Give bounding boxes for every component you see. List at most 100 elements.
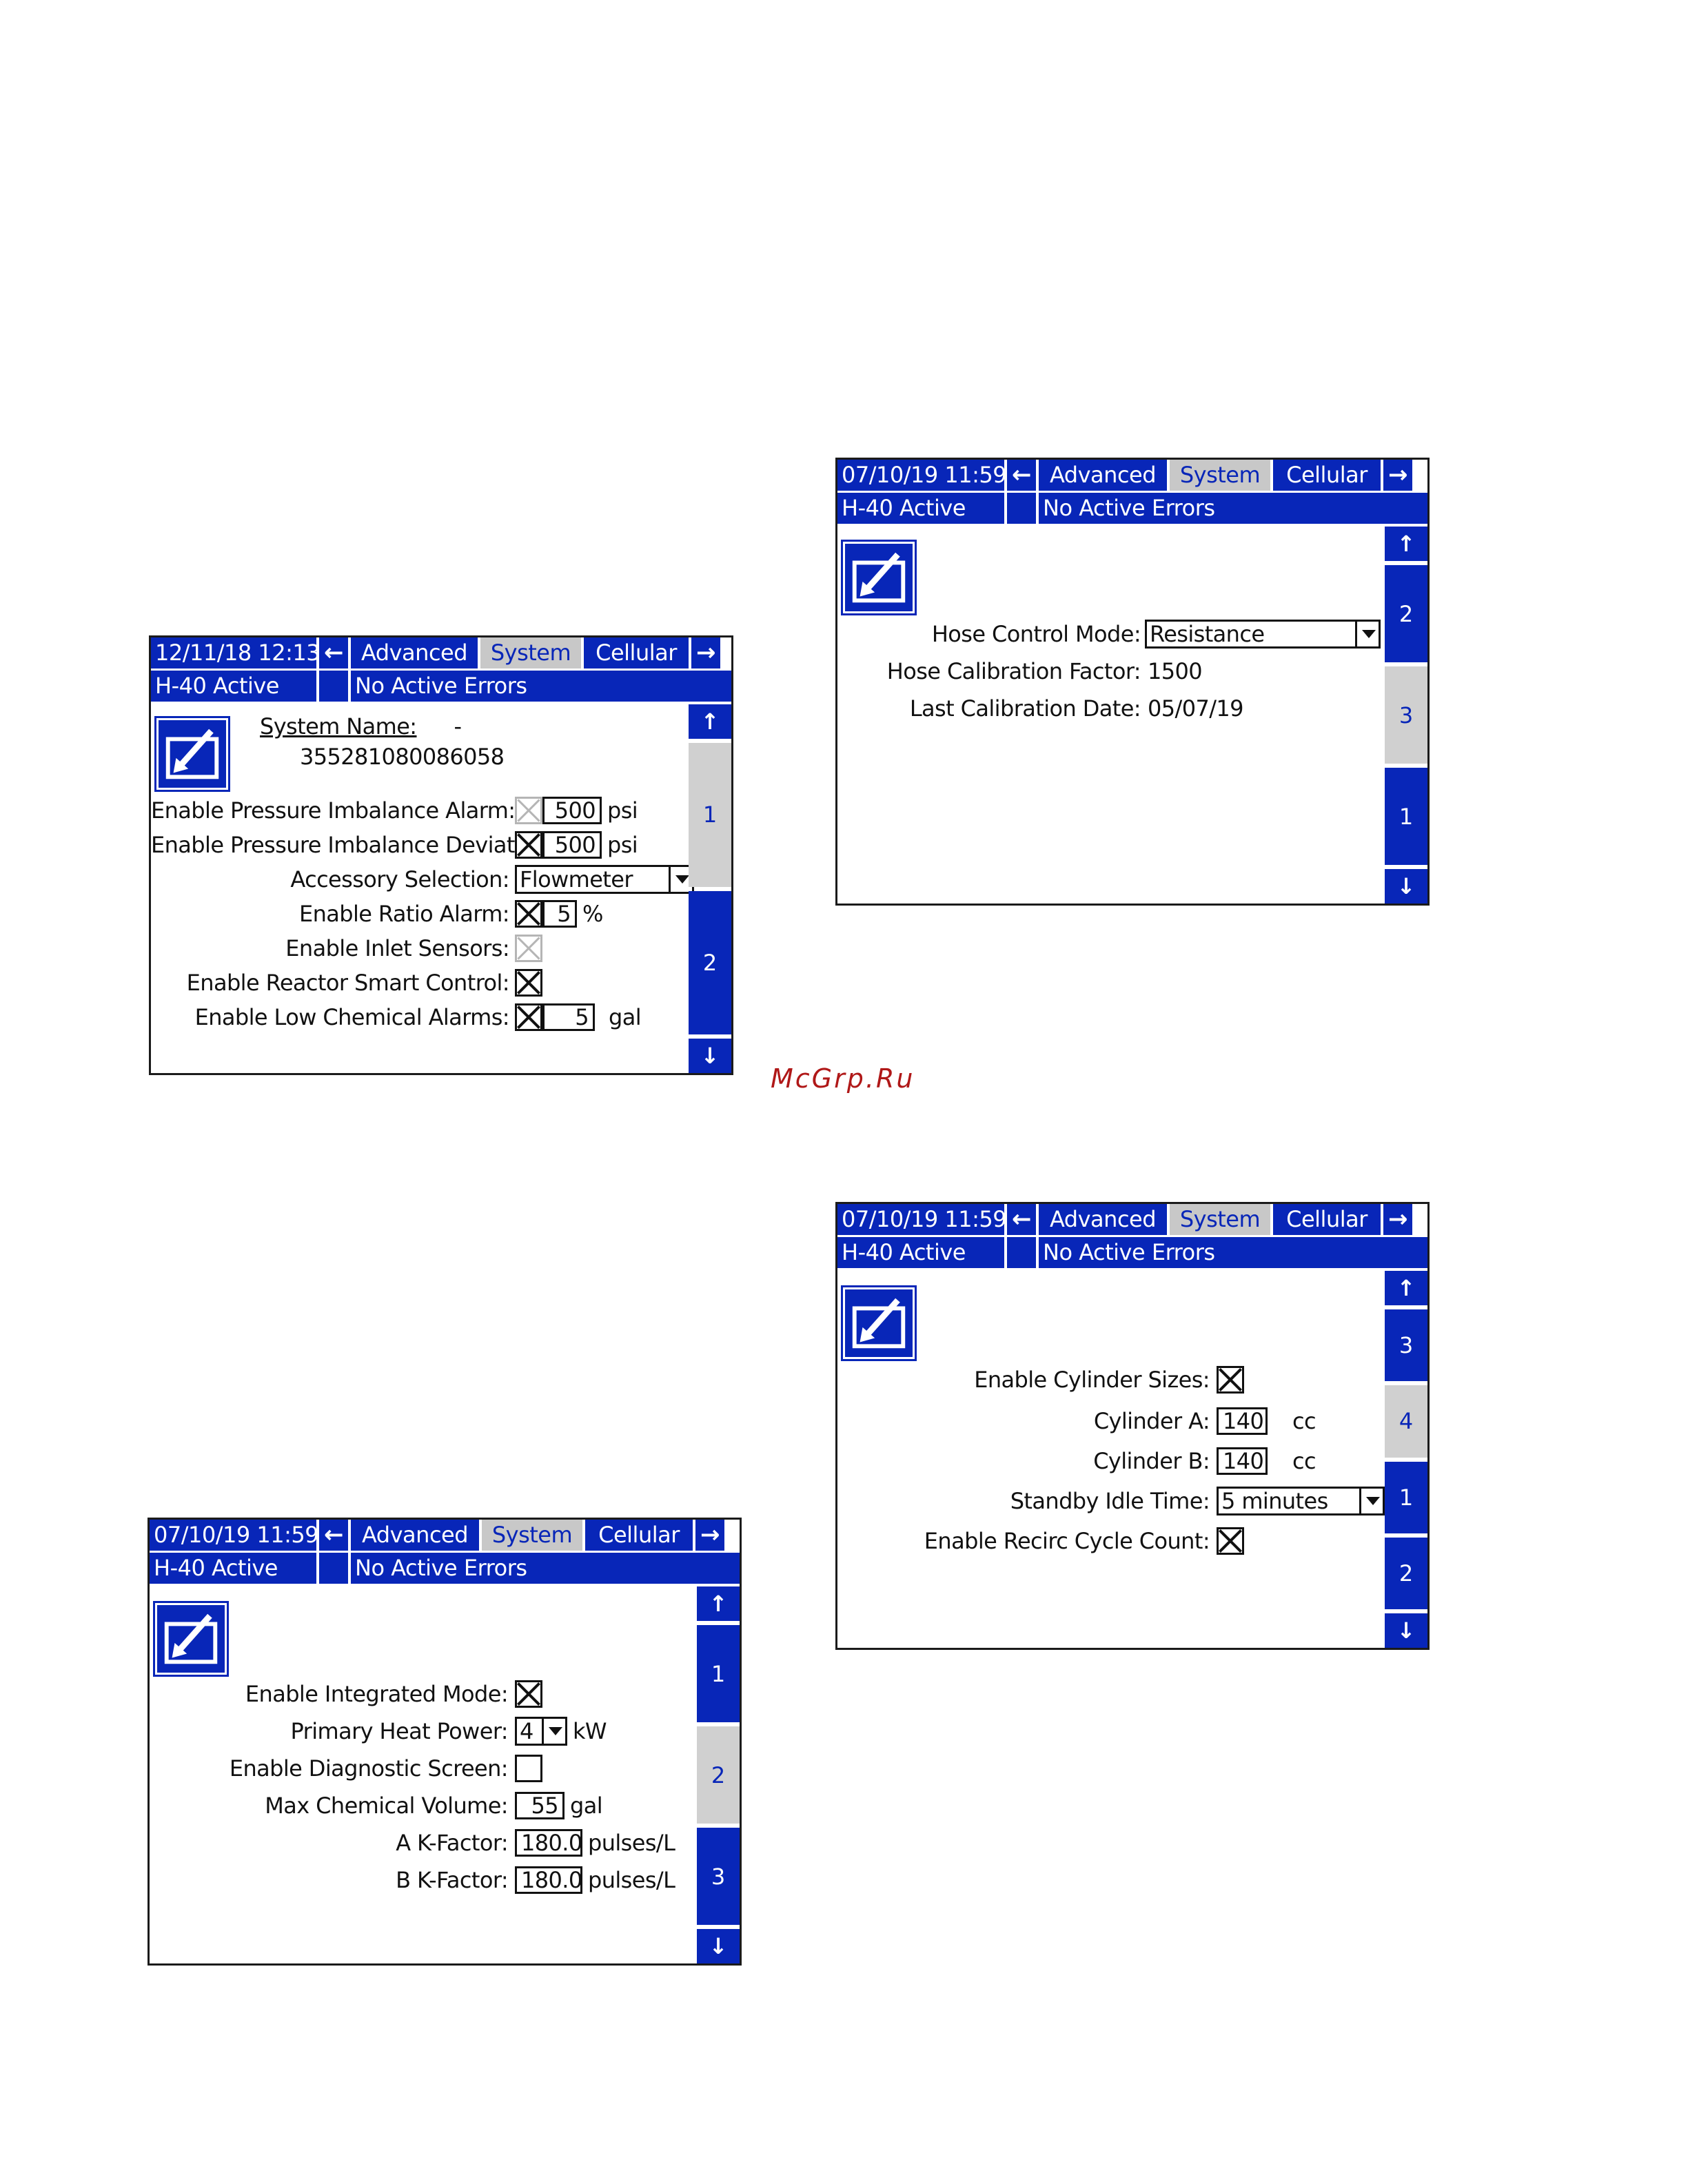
hose-calibration-factor-value: 1500 <box>1148 658 1203 684</box>
page-button-1[interactable]: 1 <box>1385 768 1427 865</box>
ratio-alarm-field[interactable]: 5 <box>542 900 577 928</box>
tab-cellular[interactable]: Cellular <box>1273 1204 1381 1235</box>
scroll-up-arrow-icon[interactable]: ↑ <box>689 704 731 739</box>
page-button-4[interactable]: 4 <box>1385 1385 1427 1458</box>
content-area: Enable Cylinder Sizes: Cylinder A: 140 c… <box>837 1271 1385 1648</box>
ratio-alarm-checkbox[interactable] <box>515 900 542 928</box>
tab-system[interactable]: System <box>1170 1204 1270 1235</box>
page-button-2[interactable]: 2 <box>697 1726 740 1824</box>
ratio-alarm-row: Enable Ratio Alarm: 5 % <box>151 897 603 930</box>
pressure-imbalance-deviation-field[interactable]: 500 <box>542 831 602 859</box>
tab-cellular[interactable]: Cellular <box>584 637 689 669</box>
page-rail: ↑ 1 2 3 ↓ <box>697 1586 740 1963</box>
page-button-2[interactable]: 2 <box>689 890 731 1034</box>
next-tab-arrow-icon[interactable]: → <box>695 1520 724 1551</box>
standby-idle-time-label: Standby Idle Time: <box>1010 1488 1210 1514</box>
pressure-imbalance-alarm-checkbox[interactable] <box>515 797 542 824</box>
tab-system[interactable]: System <box>480 637 581 669</box>
cylinder-a-row: Cylinder A: 140 cc <box>837 1405 1316 1438</box>
inlet-sensors-label: Enable Inlet Sensors: <box>285 935 509 961</box>
reactor-smart-control-checkbox[interactable] <box>515 969 542 997</box>
page-button-3[interactable]: 3 <box>1385 1309 1427 1382</box>
cylinder-sizes-row: Enable Cylinder Sizes: <box>837 1363 1244 1396</box>
cylinder-a-field[interactable]: 140 <box>1217 1407 1268 1435</box>
scroll-up-arrow-icon[interactable]: ↑ <box>697 1586 740 1621</box>
scroll-down-arrow-icon[interactable]: ↓ <box>1385 1613 1427 1648</box>
tab-system[interactable]: System <box>1170 460 1270 491</box>
next-tab-arrow-icon[interactable]: → <box>1383 460 1412 491</box>
prev-tab-arrow-icon[interactable]: ← <box>319 637 348 669</box>
status-indicator <box>319 1553 348 1584</box>
primary-heat-power-value: 4 <box>520 1719 533 1744</box>
primary-heat-power-dropdown[interactable]: 4 <box>515 1717 567 1746</box>
page-button-2[interactable]: 2 <box>1385 565 1427 662</box>
tab-advanced[interactable]: Advanced <box>1039 460 1167 491</box>
scroll-up-arrow-icon[interactable]: ↑ <box>1385 527 1427 561</box>
page-button-2[interactable]: 2 <box>1385 1537 1427 1609</box>
datetime: 07/10/19 11:59 <box>150 1520 316 1551</box>
tab-advanced[interactable]: Advanced <box>351 637 478 669</box>
primary-heat-power-unit: kW <box>573 1718 607 1744</box>
chevron-down-icon[interactable] <box>1355 622 1379 646</box>
pressure-imbalance-deviation-checkbox[interactable] <box>515 831 542 859</box>
scroll-down-arrow-icon[interactable]: ↓ <box>697 1929 740 1963</box>
tab-advanced[interactable]: Advanced <box>1039 1204 1167 1235</box>
max-chemical-volume-label: Max Chemical Volume: <box>265 1793 508 1819</box>
accessory-selection-dropdown[interactable]: Flowmeter <box>515 865 694 894</box>
page-button-3[interactable]: 3 <box>1385 666 1427 764</box>
pressure-imbalance-alarm-field[interactable]: 500 <box>542 797 602 824</box>
tab-advanced[interactable]: Advanced <box>351 1520 479 1551</box>
page-button-1[interactable]: 1 <box>1385 1461 1427 1533</box>
prev-tab-arrow-icon[interactable]: ← <box>1007 460 1036 491</box>
b-k-factor-field[interactable]: 180.0 <box>515 1866 582 1894</box>
page-button-1[interactable]: 1 <box>689 743 731 887</box>
diagnostic-screen-checkbox[interactable] <box>515 1755 542 1782</box>
chevron-down-icon[interactable] <box>1359 1489 1383 1513</box>
ratio-alarm-label: Enable Ratio Alarm: <box>298 901 510 927</box>
prev-tab-arrow-icon[interactable]: ← <box>1007 1204 1036 1235</box>
cylinder-sizes-checkbox[interactable] <box>1217 1366 1244 1394</box>
system-name-value[interactable]: - <box>454 713 462 739</box>
max-chemical-volume-field[interactable]: 55 <box>515 1792 565 1819</box>
status-bar: H-40 Active No Active Errors <box>150 1553 740 1584</box>
datetime: 12/11/18 12:13 <box>151 637 316 669</box>
recirc-cycle-count-checkbox[interactable] <box>1217 1527 1244 1555</box>
integrated-mode-checkbox[interactable] <box>515 1680 542 1708</box>
accessory-selection-value: Flowmeter <box>520 867 633 892</box>
header-bar: 07/10/19 11:59 ← Advanced System Cellula… <box>837 1204 1427 1235</box>
page-button-3[interactable]: 3 <box>697 1828 740 1925</box>
scroll-down-arrow-icon[interactable]: ↓ <box>689 1039 731 1073</box>
inlet-sensors-checkbox[interactable] <box>515 935 542 962</box>
low-chemical-alarms-field[interactable]: 5 <box>542 1003 595 1031</box>
a-k-factor-field[interactable]: 180.0 <box>515 1829 582 1857</box>
serial-number: 355281080086058 <box>300 744 505 770</box>
scroll-up-arrow-icon[interactable]: ↑ <box>1385 1271 1427 1305</box>
reactor-smart-control-row: Enable Reactor Smart Control: <box>151 966 542 999</box>
hose-control-mode-dropdown[interactable]: Resistance <box>1145 620 1381 649</box>
tab-system[interactable]: System <box>482 1520 582 1551</box>
scroll-down-arrow-icon[interactable]: ↓ <box>1385 869 1427 904</box>
low-chemical-alarms-unit: gal <box>609 1004 642 1030</box>
tab-cellular[interactable]: Cellular <box>1273 460 1381 491</box>
standby-idle-time-value: 5 minutes <box>1221 1489 1328 1513</box>
low-chemical-alarms-checkbox[interactable] <box>515 1003 542 1031</box>
b-k-factor-label: B K-Factor: <box>396 1867 508 1893</box>
next-tab-arrow-icon[interactable]: → <box>1383 1204 1412 1235</box>
screen-system-page-4: 07/10/19 11:59 ← Advanced System Cellula… <box>835 1202 1430 1650</box>
status-text: H-40 Active <box>151 671 316 702</box>
reactor-smart-control-label: Enable Reactor Smart Control: <box>186 970 510 996</box>
tab-cellular[interactable]: Cellular <box>585 1520 693 1551</box>
page-rail: ↑ 2 3 1 ↓ <box>1385 527 1427 904</box>
standby-idle-time-dropdown[interactable]: 5 minutes <box>1217 1487 1385 1515</box>
error-text: No Active Errors <box>351 1553 740 1584</box>
chevron-down-icon[interactable] <box>542 1719 565 1744</box>
prev-tab-arrow-icon[interactable]: ← <box>319 1520 348 1551</box>
header-bar: 07/10/19 11:59 ← Advanced System Cellula… <box>837 460 1427 491</box>
status-bar: H-40 Active No Active Errors <box>837 493 1427 524</box>
inlet-sensors-row: Enable Inlet Sensors: <box>151 932 542 965</box>
cylinder-b-field[interactable]: 140 <box>1217 1447 1268 1475</box>
page-button-1[interactable]: 1 <box>697 1625 740 1722</box>
content-area: Hose Control Mode: Resistance Hose Calib… <box>837 527 1382 904</box>
low-chemical-alarms-label: Enable Low Chemical Alarms: <box>194 1004 510 1030</box>
next-tab-arrow-icon[interactable]: → <box>691 637 720 669</box>
